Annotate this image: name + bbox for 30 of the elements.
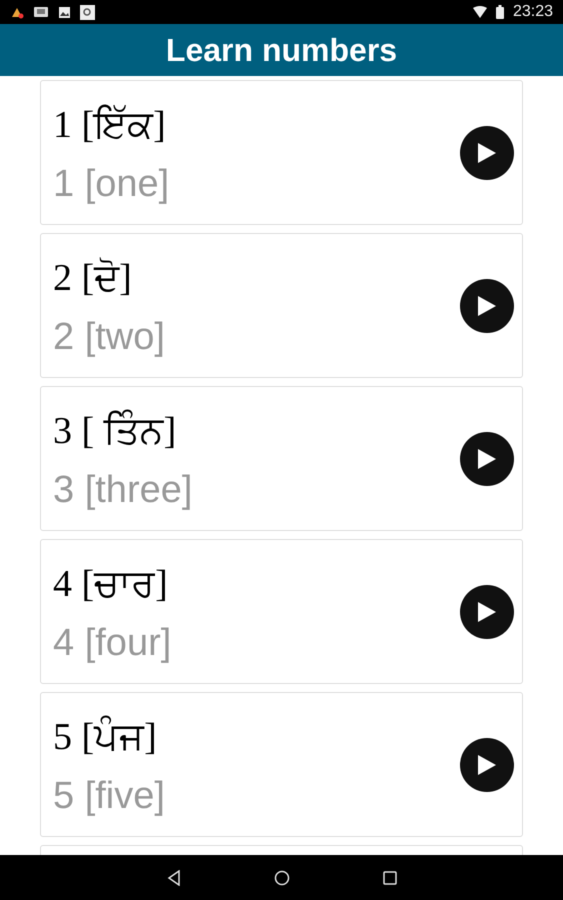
play-icon	[476, 446, 498, 470]
translation: 5 [five]	[53, 774, 166, 818]
recents-icon[interactable]	[382, 870, 397, 884]
native-number: 1 [ਇੱਕ]	[53, 102, 167, 148]
notification-icon	[33, 5, 49, 19]
notification-icon	[80, 4, 95, 20]
home-icon[interactable]	[274, 870, 290, 886]
image-icon	[58, 6, 71, 18]
clock-time: 23:23	[512, 4, 553, 20]
play-icon	[476, 294, 498, 318]
translation: 1 [one]	[53, 162, 170, 206]
play-button[interactable]	[460, 584, 514, 638]
translation: 4 [four]	[53, 620, 172, 664]
play-button[interactable]	[460, 126, 514, 180]
native-number: 2 [ਦੋ]	[53, 256, 133, 300]
back-icon[interactable]	[166, 870, 182, 886]
translation: 2 [two]	[53, 314, 166, 358]
play-button[interactable]	[460, 278, 514, 332]
play-icon	[476, 140, 498, 164]
native-number: 4 [ਚਾਰ]	[53, 562, 169, 606]
native-number: 3 [ ਤਿੰਨ]	[53, 408, 178, 454]
wifi-icon	[472, 6, 487, 18]
play-button[interactable]	[460, 432, 514, 486]
play-icon	[476, 752, 498, 776]
translation: 3 [three]	[53, 468, 194, 512]
screen-title: Learn numbers	[166, 34, 398, 66]
play-button[interactable]	[460, 738, 514, 792]
battery-icon	[496, 5, 504, 19]
native-number: 5 [ਪੰਜ]	[53, 714, 158, 760]
play-icon	[476, 600, 498, 624]
